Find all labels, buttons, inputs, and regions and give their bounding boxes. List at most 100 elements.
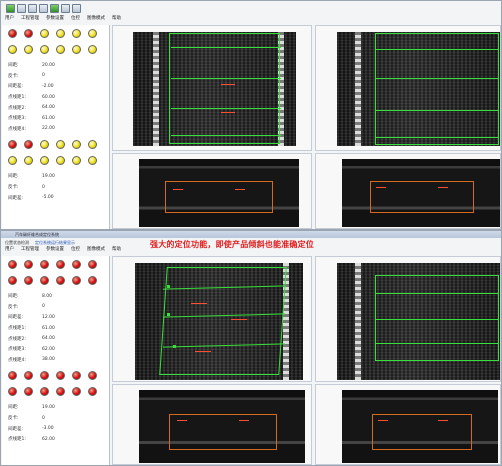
led-grid-4	[2, 367, 109, 400]
offset-mark	[438, 187, 448, 188]
param-row: 间距: 20.00	[8, 60, 103, 71]
anchor-point	[173, 345, 176, 348]
camera-view-4	[315, 153, 501, 229]
status-led	[24, 371, 33, 381]
locate-box	[375, 275, 499, 361]
status-led	[8, 140, 17, 150]
locate-box	[169, 33, 280, 144]
menu-help[interactable]: 帮助	[112, 246, 121, 254]
param-label: 点线距3:	[8, 347, 26, 353]
feature-banner: 强大的定位功能，即使产品倾斜也能准确定位	[150, 240, 314, 249]
param-value: 0	[42, 304, 45, 310]
param-label: 点线距3:	[8, 116, 26, 122]
param-value: 60.00	[42, 94, 55, 100]
detect-box	[165, 181, 273, 213]
menu-project[interactable]: 工程管理	[21, 246, 39, 254]
camera-image	[342, 390, 498, 463]
camera-view-6	[315, 256, 501, 382]
params-group-4: 间距: 19.00 反卡: 0 间距差: -3.00 点线距1: 62.00	[2, 400, 109, 446]
status-panel-top: 间距: 20.00 反卡: 0 间距差: -2.00 点线距1: 60.00 点线距2:…	[2, 25, 110, 229]
param-label: 间距:	[8, 294, 19, 300]
menu-help[interactable]: 帮助	[112, 15, 121, 23]
guide-line	[171, 108, 281, 109]
menu-image-mode[interactable]: 图像模式	[87, 15, 105, 23]
param-value: -2.00	[42, 83, 54, 89]
guide-line	[171, 47, 281, 48]
param-row: 点线距1: 62.00	[8, 434, 103, 445]
param-label: 间距:	[8, 63, 19, 69]
grid-icon[interactable]	[61, 4, 70, 13]
status-led	[40, 29, 49, 38]
menu-params[interactable]: 参数设置	[46, 246, 64, 254]
param-label: 间距差:	[8, 84, 24, 90]
offset-mark	[173, 189, 183, 190]
guide-line	[171, 78, 281, 79]
menu-project[interactable]: 工程管理	[21, 15, 39, 23]
save-icon[interactable]	[17, 4, 26, 13]
list-icon[interactable]	[72, 4, 81, 13]
status-led	[40, 276, 49, 285]
menu-user[interactable]: 用户	[5, 15, 14, 23]
param-value: 0	[42, 184, 45, 190]
param-label: 间距差:	[8, 426, 24, 432]
camera-view-3	[112, 153, 312, 229]
param-row: 反卡: 0	[8, 302, 103, 313]
status-led	[88, 387, 97, 397]
offset-mark	[221, 84, 235, 85]
settings-icon[interactable]	[39, 4, 48, 13]
status-led	[40, 260, 49, 269]
camera-view-7	[112, 384, 312, 465]
status-led	[72, 45, 81, 54]
status-led	[8, 156, 17, 166]
param-row: 点线距2: 64.00	[8, 333, 103, 344]
menu-position[interactable]: 位控	[71, 246, 80, 254]
run-icon[interactable]	[6, 4, 15, 13]
param-row: 间距: 19.00	[8, 171, 103, 182]
param-row: 点线距3: 61.00	[8, 113, 103, 124]
led-grid-1	[2, 25, 109, 58]
menu-position[interactable]: 位控	[71, 15, 80, 23]
menu-user[interactable]: 用户	[5, 246, 14, 254]
menu-params[interactable]: 参数设置	[46, 15, 64, 23]
guide-line	[375, 343, 499, 344]
status-led	[56, 387, 65, 397]
camera-icon[interactable]	[28, 4, 37, 13]
status-led	[8, 387, 17, 397]
led-grid-2	[2, 136, 109, 169]
camera-view-8	[315, 384, 501, 465]
params-group-3: 间距: 8.00 反卡: 0 间距差: 12.00 点线距1: 61.00 点线距2: 6…	[2, 289, 109, 367]
param-value: 62.00	[42, 436, 55, 442]
param-row: 点线距1: 61.00	[8, 323, 103, 334]
camera-image	[342, 159, 500, 227]
status-led	[88, 45, 97, 54]
menu-image-mode[interactable]: 图像模式	[87, 246, 105, 254]
top-window: 用户 工程管理 参数设置 位控 图像模式 帮助 间距: 20.00 反卡: 0 间距…	[0, 0, 502, 230]
guide-line	[171, 135, 281, 136]
param-row: 反卡: 0	[8, 71, 103, 82]
param-value: 0	[42, 73, 45, 79]
param-label: 点线距1:	[8, 95, 26, 101]
bottom-window: 汽车碳纤维合成定位系统 位置状态检测 定位系统运行结果显示 用户 工程管理 参数…	[0, 230, 502, 466]
status-led	[40, 140, 49, 150]
led-grid-3	[2, 256, 109, 289]
status-led	[56, 140, 65, 150]
param-label: 点线距1:	[8, 326, 26, 332]
status-led	[40, 156, 49, 166]
status-led	[24, 387, 33, 397]
play-icon[interactable]	[50, 4, 59, 13]
status-led	[72, 140, 81, 150]
offset-mark	[438, 420, 448, 421]
param-value: 64.00	[42, 336, 55, 342]
guide-line	[375, 78, 499, 79]
detect-box	[370, 181, 474, 213]
offset-mark	[195, 351, 211, 352]
param-row: 反卡: 0	[8, 182, 103, 193]
status-led	[72, 156, 81, 166]
param-label: 点线距4:	[8, 357, 26, 363]
status-led	[88, 29, 97, 38]
status-led	[56, 45, 65, 54]
param-value: 62.00	[42, 346, 55, 352]
param-label: 点线距2:	[8, 336, 26, 342]
status-led	[8, 45, 17, 54]
param-value: 8.00	[42, 293, 53, 299]
